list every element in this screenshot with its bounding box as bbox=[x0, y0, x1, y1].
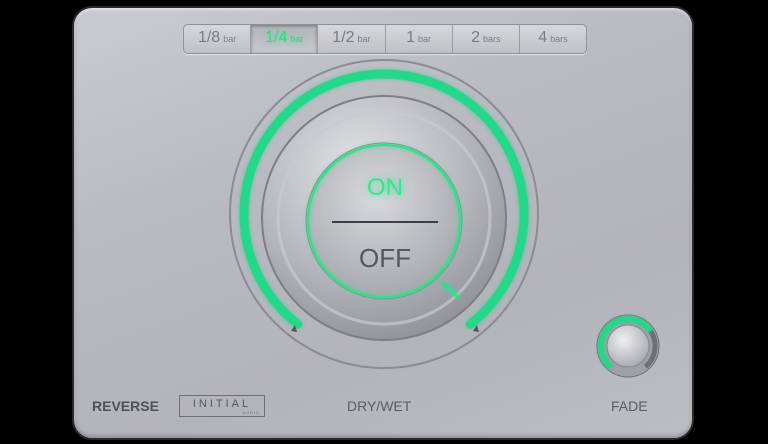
off-button[interactable]: OFF bbox=[345, 243, 425, 274]
drywet-label: DRY/WET bbox=[347, 398, 412, 414]
initial-logo: INITIAL AUDIO bbox=[179, 395, 265, 417]
fade-knob[interactable] bbox=[606, 324, 650, 368]
on-button[interactable]: ON bbox=[345, 174, 425, 202]
reverse-label[interactable]: REVERSE bbox=[92, 398, 159, 414]
knob-graphics bbox=[229, 59, 660, 378]
logo-text: INITIAL bbox=[192, 397, 252, 410]
fade-label: FADE bbox=[611, 398, 648, 414]
logo-subtext: AUDIO bbox=[242, 409, 260, 415]
